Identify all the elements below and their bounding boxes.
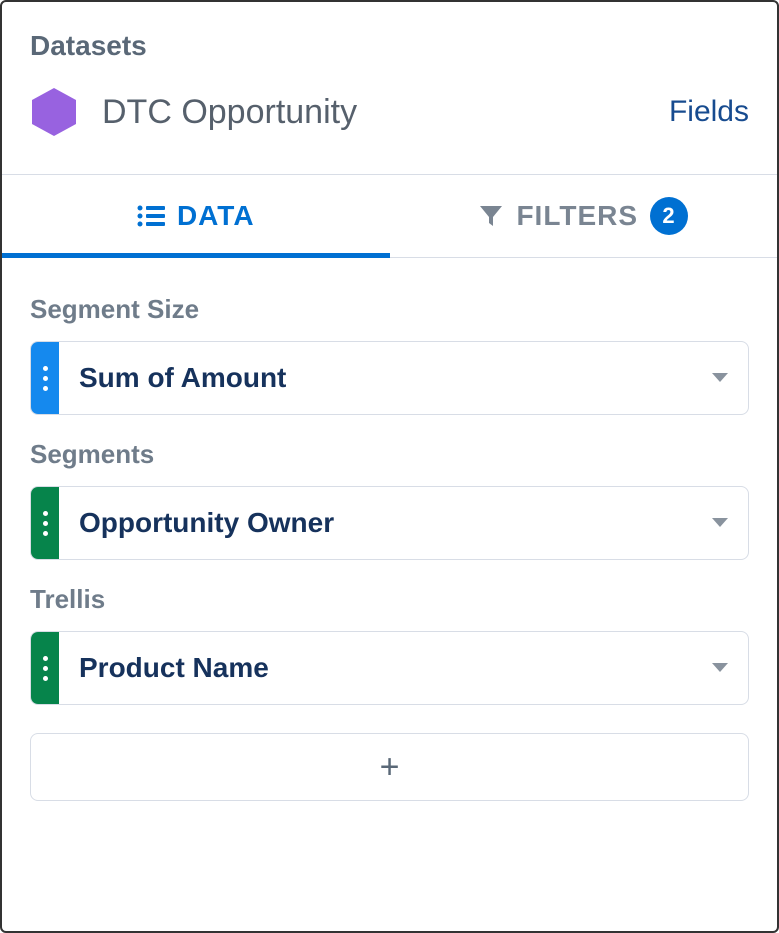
segments-value: Opportunity Owner [59, 487, 692, 559]
drag-handle-icon[interactable] [31, 342, 59, 414]
dataset-name[interactable]: DTC Opportunity [102, 93, 357, 132]
plus-icon: + [380, 748, 400, 787]
caret-down-icon[interactable] [692, 487, 748, 559]
drag-handle-icon[interactable] [31, 632, 59, 704]
caret-down-icon[interactable] [692, 342, 748, 414]
segment-size-field[interactable]: Sum of Amount [30, 341, 749, 415]
trellis-value: Product Name [59, 632, 692, 704]
filters-count-badge: 2 [650, 197, 688, 235]
add-button[interactable]: + [30, 733, 749, 801]
segment-size-label: Segment Size [30, 294, 749, 325]
tab-filters-label: FILTERS [516, 200, 638, 232]
filter-icon [478, 203, 504, 229]
list-icon [137, 205, 165, 227]
tab-filters[interactable]: FILTERS 2 [390, 175, 778, 257]
datasets-heading: Datasets [30, 30, 749, 62]
segments-label: Segments [30, 439, 749, 470]
trellis-field[interactable]: Product Name [30, 631, 749, 705]
dataset-row: DTC Opportunity Fields [30, 86, 749, 138]
drag-handle-icon[interactable] [31, 487, 59, 559]
trellis-label: Trellis [30, 584, 749, 615]
dataset-icon [30, 86, 78, 138]
tab-data-label: DATA [177, 200, 255, 232]
fields-link[interactable]: Fields [669, 95, 749, 129]
segment-size-value: Sum of Amount [59, 342, 692, 414]
tabs: DATA FILTERS 2 [2, 174, 777, 258]
segments-field[interactable]: Opportunity Owner [30, 486, 749, 560]
tab-data[interactable]: DATA [2, 175, 390, 257]
caret-down-icon[interactable] [692, 632, 748, 704]
